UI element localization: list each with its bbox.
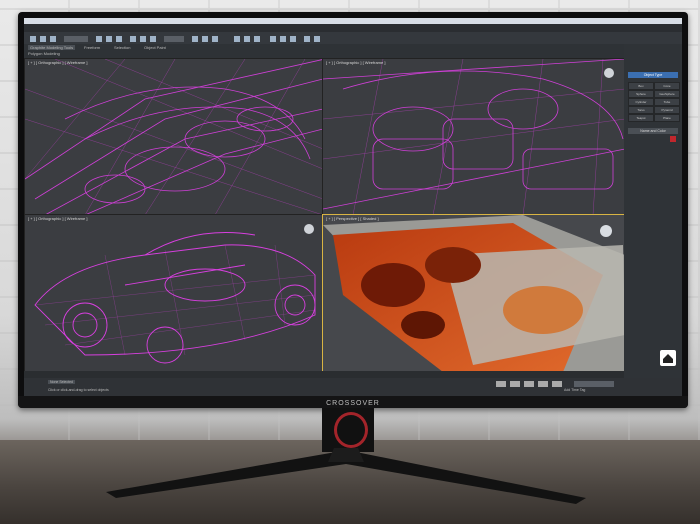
- cone-button[interactable]: Cone: [654, 82, 680, 90]
- shaded-car-interior: [323, 215, 625, 372]
- ribbon-tab-object-paint[interactable]: Object Paint: [144, 45, 166, 50]
- viewcube-icon[interactable]: [304, 224, 314, 234]
- teapot-button[interactable]: Teapot: [628, 114, 654, 122]
- prompt-hint: Click or click-and-drag to select object…: [48, 388, 109, 392]
- viewport-label[interactable]: [ + ] [ Orthographic ] [ Wireframe ]: [326, 60, 385, 65]
- cylinder-button[interactable]: Cylinder: [628, 98, 654, 106]
- menu-bar: File Edit Tools Group Views Create Modif…: [24, 24, 682, 38]
- object-type-header: Object Type: [628, 72, 678, 78]
- name-and-color-header: Name and Color: [628, 128, 678, 134]
- timeline[interactable]: [24, 371, 624, 384]
- viewport-top-left[interactable]: [ + ] [ Orthographic ] [ Wireframe ]: [24, 58, 324, 216]
- wireframe-car-side-view: [34, 224, 316, 364]
- plane-button[interactable]: Plane: [654, 114, 680, 122]
- viewport-perspective[interactable]: [ + ] [ Perspective ] [ Shaded ]: [322, 214, 626, 373]
- brand-logo: CROSSOVER: [326, 400, 380, 407]
- viewcube-icon[interactable]: [604, 68, 614, 78]
- object-color-swatch[interactable]: [670, 136, 676, 142]
- wireframe-car-interior-view: [323, 59, 625, 215]
- wireframe-car-top-view: [25, 59, 323, 215]
- viewport-top-right[interactable]: [ + ] [ Orthographic ] [ Wireframe ]: [322, 58, 626, 216]
- monitor-screen: File Edit Tools Group Views Create Modif…: [24, 18, 682, 396]
- ribbon: Graphite Modeling Tools Freeform Selecti…: [24, 44, 624, 58]
- home-icon[interactable]: [660, 350, 676, 366]
- tube-button[interactable]: Tube: [654, 98, 680, 106]
- ribbon-sub-label: Polygon Modeling: [28, 51, 60, 56]
- geosphere-button[interactable]: GeoSphere: [654, 90, 680, 98]
- monitor: File Edit Tools Group Views Create Modif…: [18, 12, 688, 408]
- viewcube-icon[interactable]: [600, 225, 612, 237]
- box-button[interactable]: Box: [628, 82, 654, 90]
- command-panel: Object Type Box Cone Sphere GeoSphere Cy…: [624, 44, 682, 378]
- pyramid-button[interactable]: Pyramid: [654, 106, 680, 114]
- stand-cable-ring: [334, 412, 368, 448]
- add-time-tag[interactable]: Add Time Tag: [564, 388, 585, 392]
- ribbon-tab-freeform[interactable]: Freeform: [84, 45, 100, 50]
- monitor-stand-base: [106, 448, 586, 504]
- viewport-label[interactable]: [ + ] [ Orthographic ] [ Wireframe ]: [28, 216, 87, 221]
- photo: File Edit Tools Group Views Create Modif…: [0, 0, 700, 524]
- ribbon-title[interactable]: Graphite Modeling Tools: [28, 45, 76, 50]
- status-bar: None Selected Click or click-and-drag to…: [24, 378, 682, 396]
- ribbon-tab-selection[interactable]: Selection: [114, 45, 130, 50]
- viewport-label[interactable]: [ + ] [ Perspective ] [ Shaded ]: [326, 216, 379, 221]
- sphere-button[interactable]: Sphere: [628, 90, 654, 98]
- selection-status: None Selected: [48, 380, 75, 384]
- playback-controls[interactable]: [494, 380, 624, 388]
- torus-button[interactable]: Torus: [628, 106, 654, 114]
- viewport-label[interactable]: [ + ] [ Orthographic ] [ Wireframe ]: [28, 60, 87, 65]
- monitor-chin: CROSSOVER: [18, 396, 688, 408]
- viewport-bottom-left[interactable]: [ + ] [ Orthographic ] [ Wireframe ]: [24, 214, 324, 373]
